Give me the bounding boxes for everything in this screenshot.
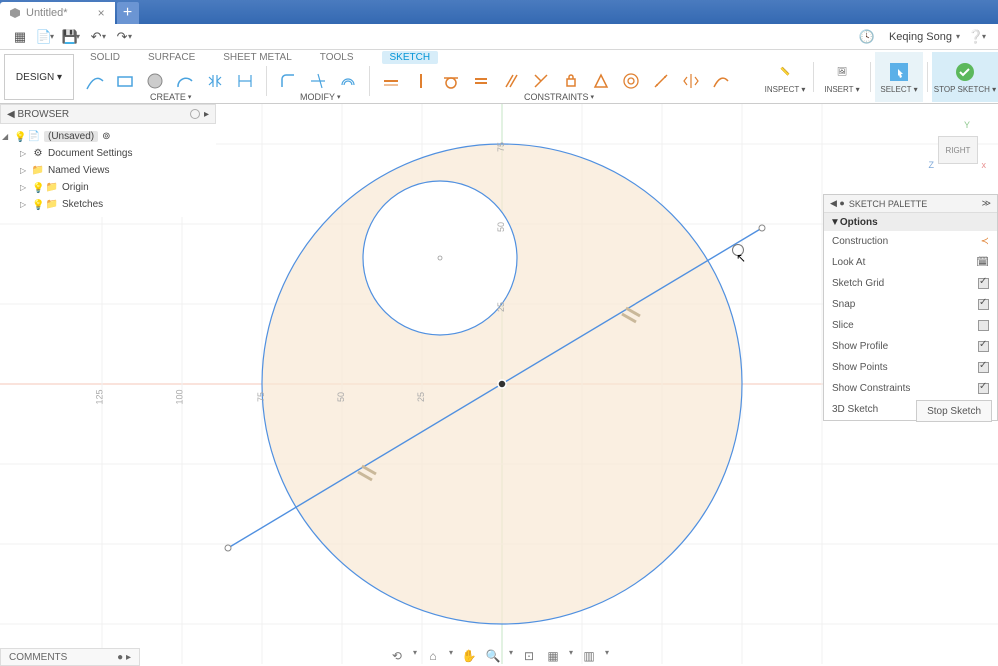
- axis-z-label: Z: [929, 160, 935, 170]
- viewcube[interactable]: RIGHT: [938, 136, 978, 164]
- tree-origin[interactable]: ▷💡📁Origin: [2, 179, 214, 196]
- axis-tick-75: 75: [256, 392, 266, 402]
- opt-lookat[interactable]: Look At🗓: [824, 252, 997, 273]
- nav-orbit-icon[interactable]: ⟲: [389, 648, 405, 664]
- pin-icon[interactable]: [190, 109, 200, 119]
- vertical-constraint-icon[interactable]: [408, 68, 434, 94]
- parallel-constraint-icon[interactable]: [498, 68, 524, 94]
- cursor-icon: ↖: [736, 251, 746, 265]
- palette-options-header[interactable]: ▼ Options: [824, 213, 997, 231]
- tab-bar: Untitled* × +: [0, 0, 998, 24]
- axis-tick-125: 125: [95, 389, 105, 404]
- tab-title: Untitled*: [26, 7, 68, 19]
- insert-button[interactable]: 🖼INSERT ▾: [818, 52, 866, 102]
- axis-tick-100: 100: [175, 389, 185, 404]
- tab-solid[interactable]: SOLID: [90, 52, 120, 63]
- fix-constraint-icon[interactable]: [558, 68, 584, 94]
- equal-constraint-icon[interactable]: [468, 68, 494, 94]
- doc-cube-icon: [10, 8, 20, 18]
- line-icon[interactable]: [82, 68, 108, 94]
- mirror-icon[interactable]: [202, 68, 228, 94]
- clock-icon[interactable]: 🕓: [855, 27, 879, 47]
- quick-access-toolbar: ▦ 📄▾ 💾▾ ↶▾ ↷▾ 🕓 Keqing Song▾ ❔▾: [0, 24, 998, 50]
- opt-showconstraints[interactable]: Show Constraints: [824, 378, 997, 399]
- nav-zoom-icon[interactable]: 🔍: [485, 648, 501, 664]
- axis-x-label: x: [982, 160, 987, 170]
- nav-lookat-icon[interactable]: ⌂: [425, 648, 441, 664]
- select-button[interactable]: SELECT ▾: [875, 52, 923, 102]
- nav-grid-icon[interactable]: ▥: [581, 648, 597, 664]
- inspect-button[interactable]: 📏INSPECT ▾: [761, 52, 809, 102]
- tab-sketch[interactable]: SKETCH: [382, 51, 439, 64]
- palette-header[interactable]: ◀ ●SKETCH PALETTE≫: [824, 195, 997, 213]
- opt-showprofile[interactable]: Show Profile: [824, 336, 997, 357]
- sketch-palette: ◀ ●SKETCH PALETTE≫ ▼ Options Constructio…: [823, 194, 998, 421]
- group-modify[interactable]: MODIFY▾: [300, 92, 341, 102]
- dimension-icon[interactable]: [232, 68, 258, 94]
- fillet-icon[interactable]: [275, 68, 301, 94]
- curvature-constraint-icon[interactable]: [708, 68, 734, 94]
- nav-pan-icon[interactable]: ✋: [461, 648, 477, 664]
- group-create[interactable]: CREATE▾: [150, 92, 191, 102]
- stop-sketch-panel-button[interactable]: Stop Sketch: [916, 400, 992, 422]
- collinear-constraint-icon[interactable]: [648, 68, 674, 94]
- axis-tick-y75: 75: [496, 142, 506, 152]
- browser-header[interactable]: ◀ BROWSER ▸: [0, 104, 216, 124]
- symmetry-constraint-icon[interactable]: [678, 68, 704, 94]
- arc-icon[interactable]: [172, 68, 198, 94]
- axis-tick-y25: 25: [496, 302, 506, 312]
- add-tab-button[interactable]: +: [117, 2, 139, 24]
- midpoint-constraint-icon[interactable]: [588, 68, 614, 94]
- document-tab[interactable]: Untitled* ×: [0, 2, 115, 24]
- trim-icon[interactable]: [305, 68, 331, 94]
- tree-root[interactable]: ◢💡📄 (Unsaved)⊚: [2, 128, 214, 145]
- axis-y-label: Y: [964, 120, 970, 130]
- tangent-constraint-icon[interactable]: [438, 68, 464, 94]
- tree-named-views[interactable]: ▷📁Named Views: [2, 162, 214, 179]
- opt-snap[interactable]: Snap: [824, 294, 997, 315]
- opt-slice[interactable]: Slice: [824, 315, 997, 336]
- offset-icon[interactable]: [335, 68, 361, 94]
- tree-sketches[interactable]: ▷💡📁Sketches: [2, 196, 214, 213]
- ribbon-tabs: SOLID SURFACE SHEET METAL TOOLS SKETCH: [78, 50, 438, 64]
- tab-surface[interactable]: SURFACE: [148, 52, 195, 63]
- viewcube-area[interactable]: Y RIGHT Z x: [926, 118, 986, 173]
- nav-display-icon[interactable]: ▦: [545, 648, 561, 664]
- tab-tools[interactable]: TOOLS: [320, 52, 354, 63]
- opt-showpoints[interactable]: Show Points: [824, 357, 997, 378]
- nav-toolbar: ⟲▾ ⌂▾ ✋ 🔍▾ ⊡ ▦▾ ▥▾: [389, 648, 609, 664]
- comments-bar[interactable]: COMMENTS● ▸: [0, 648, 140, 666]
- perpendicular-constraint-icon[interactable]: [528, 68, 554, 94]
- ribbon-right: 📏INSPECT ▾ 🖼INSERT ▾ SELECT ▾ STOP SKETC…: [761, 50, 998, 104]
- opt-sketchgrid[interactable]: Sketch Grid: [824, 273, 997, 294]
- tab-close-icon[interactable]: ×: [98, 6, 105, 20]
- grid-icon[interactable]: ▦: [8, 27, 32, 47]
- ribbon: DESIGN ▾ SOLID SURFACE SHEET METAL TOOLS…: [0, 50, 998, 104]
- rectangle-icon[interactable]: [112, 68, 138, 94]
- user-name[interactable]: Keqing Song: [889, 31, 952, 43]
- opt-construction[interactable]: Construction≺: [824, 231, 997, 252]
- group-constraints[interactable]: CONSTRAINTS▾: [524, 92, 594, 102]
- concentric-constraint-icon[interactable]: [618, 68, 644, 94]
- axis-tick-y50: 50: [496, 222, 506, 232]
- nav-fit-icon[interactable]: ⊡: [521, 648, 537, 664]
- tree-doc-settings[interactable]: ▷⚙Document Settings: [2, 145, 214, 162]
- browser-panel: ◀ BROWSER ▸ ◢💡📄 (Unsaved)⊚ ▷⚙Document Se…: [0, 104, 216, 217]
- stop-sketch-button[interactable]: STOP SKETCH ▾: [932, 52, 998, 102]
- axis-tick-25: 25: [416, 392, 426, 402]
- browser-tree: ◢💡📄 (Unsaved)⊚ ▷⚙Document Settings ▷📁Nam…: [0, 124, 216, 217]
- axis-tick-50: 50: [336, 392, 346, 402]
- horizontal-constraint-icon[interactable]: [378, 68, 404, 94]
- circle-icon[interactable]: [142, 68, 168, 94]
- tab-sheetmetal[interactable]: SHEET METAL: [223, 52, 292, 63]
- workspace-button[interactable]: DESIGN ▾: [4, 54, 74, 100]
